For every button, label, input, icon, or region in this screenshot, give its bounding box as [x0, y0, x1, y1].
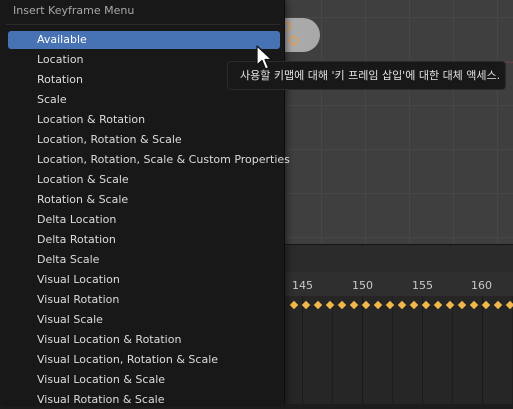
menu-item-visual-scale[interactable]: Visual Scale	[8, 311, 280, 329]
keyframe-diamond-icon[interactable]	[325, 300, 335, 310]
keyframe-diamond-icon[interactable]	[481, 300, 491, 310]
keyframe-diamond-icon[interactable]	[313, 300, 323, 310]
keyframe-diamond-icon[interactable]	[457, 300, 467, 310]
menu-item-location-scale[interactable]: Location & Scale	[8, 171, 280, 189]
timeline-grid-line	[422, 296, 423, 404]
keyframe-diamond-icon[interactable]	[433, 300, 443, 310]
keyframe-diamond-icon[interactable]	[421, 300, 431, 310]
menu-item-delta-rotation[interactable]: Delta Rotation	[8, 231, 280, 249]
keyframe-diamond-icon[interactable]	[373, 300, 383, 310]
frame-label-145: 145	[292, 279, 313, 292]
menu-item-visual-rotation-scale[interactable]: Visual Rotation & Scale	[8, 391, 280, 409]
menu-item-scale[interactable]: Scale	[8, 91, 280, 109]
selected-vertex-icon	[289, 36, 298, 45]
timeline-grid-line	[392, 296, 393, 404]
timeline-grid-line	[362, 296, 363, 404]
menu-title: Insert Keyframe Menu	[13, 4, 135, 17]
menu-item-rotation-scale[interactable]: Rotation & Scale	[8, 191, 280, 209]
menu-item-visual-location-rotation[interactable]: Visual Location & Rotation	[8, 331, 280, 349]
keyframe-diamond-icon[interactable]	[469, 300, 479, 310]
menu-item-location-rotation-scale[interactable]: Location, Rotation & Scale	[8, 131, 280, 149]
menu-item-location-rotation[interactable]: Location & Rotation	[8, 111, 280, 129]
menu-item-visual-location-scale[interactable]: Visual Location & Scale	[8, 371, 280, 389]
timeline-grid-line	[332, 296, 333, 404]
menu-item-visual-location[interactable]: Visual Location	[8, 271, 280, 289]
keyframe-diamond-icon[interactable]	[385, 300, 395, 310]
keyframe-diamond-icon[interactable]	[493, 300, 503, 310]
menu-separator	[6, 24, 280, 25]
keyframe-diamond-icon[interactable]	[337, 300, 347, 310]
arrow-cursor-icon	[256, 45, 273, 70]
keyframe-diamond-icon[interactable]	[505, 300, 513, 310]
keyframe-diamond-icon[interactable]	[397, 300, 407, 310]
keyframe-diamond-icon[interactable]	[301, 300, 311, 310]
timeline-grid-line	[302, 296, 303, 404]
keyframe-diamond-icon[interactable]	[361, 300, 371, 310]
keyframe-diamond-icon[interactable]	[445, 300, 455, 310]
menu-item-delta-location[interactable]: Delta Location	[8, 211, 280, 229]
keyframe-diamond-icon[interactable]	[349, 300, 359, 310]
timeline-grid-line	[482, 296, 483, 404]
menu-item-available[interactable]: Available	[8, 31, 280, 49]
menu-item-location-rotation-scale-custom-properties[interactable]: Location, Rotation, Scale & Custom Prope…	[8, 151, 290, 169]
keyframe-diamond-icon[interactable]	[409, 300, 419, 310]
keyframe-diamond-icon[interactable]	[289, 300, 299, 310]
frame-label-150: 150	[352, 279, 373, 292]
timeline-grid-line	[452, 296, 453, 404]
frame-label-160: 160	[471, 279, 492, 292]
menu-item-visual-location-rotation-scale[interactable]: Visual Location, Rotation & Scale	[8, 351, 280, 369]
frame-label-155: 155	[412, 279, 433, 292]
menu-item-delta-scale[interactable]: Delta Scale	[8, 251, 280, 269]
menu-item-visual-rotation[interactable]: Visual Rotation	[8, 291, 280, 309]
